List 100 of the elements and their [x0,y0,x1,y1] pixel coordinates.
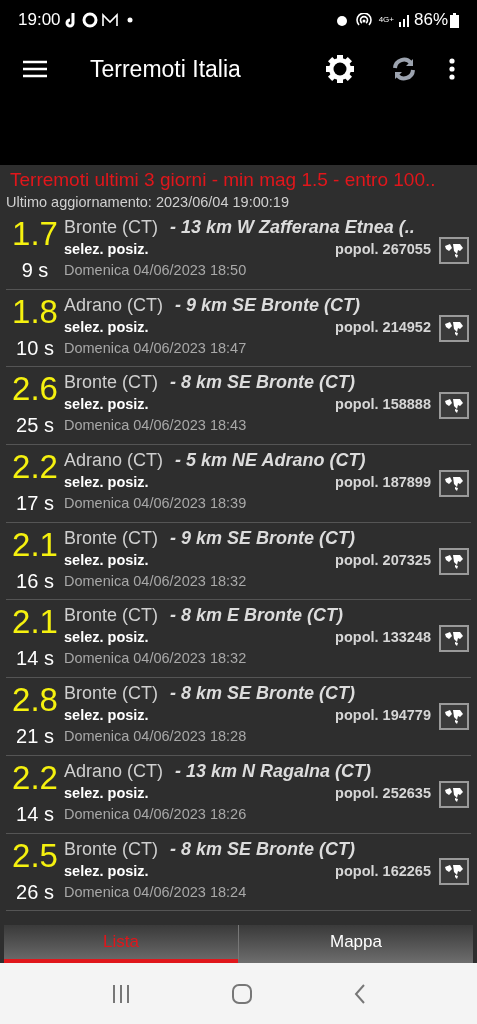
status-time: 19:00 [18,9,61,32]
distance-label: - 13 km N Ragalna (CT) [175,759,372,783]
circle-icon [81,12,98,28]
world-map-icon [443,474,465,492]
select-position-link[interactable]: selez. posiz. [64,394,149,415]
population: popol. 207325 [335,550,431,570]
date-time: Domenica 04/06/2023 18:32 [64,649,248,669]
map-button[interactable] [439,780,469,808]
population: popol. 158888 [335,395,431,415]
date-time: Domenica 04/06/2023 18:43 [64,416,248,436]
magnitude: 2.1 [12,525,58,564]
elapsed-time: 9 s [21,258,49,283]
population: popol. 214952 [335,317,431,337]
distance-label: - 8 km E Bronte (CT) [170,604,344,628]
home-icon [231,982,254,1005]
refresh-icon [391,56,417,82]
world-map-icon [443,397,465,415]
settings-button[interactable] [323,52,357,86]
map-button[interactable] [439,702,469,730]
date-time: Domenica 04/06/2023 18:28 [64,727,248,747]
place-name: Bronte (CT) [64,371,159,395]
select-position-link[interactable]: selez. posiz. [64,549,149,570]
elapsed-time: 10 s [16,335,54,361]
elapsed-time: 14 s [16,801,54,827]
more-button[interactable] [447,57,457,81]
settings-icon [323,52,357,86]
distance-label: - 8 km SE Bronte (CT) [170,371,356,395]
elapsed-time: 25 s [16,413,54,439]
place-name: Bronte (CT) [64,682,159,706]
map-button[interactable] [439,236,469,264]
world-map-icon [443,707,465,725]
elapsed-time: 26 s [16,879,54,905]
update-time: Ultimo aggiornamento: 2023/06/04 19:00:19 [5,193,290,212]
place-name: Adrano (CT) [64,293,164,317]
distance-label: - 9 km SE Bronte (CT) [175,293,361,317]
distance-label: - 8 km SE Bronte (CT) [170,837,356,861]
select-position-link[interactable]: selez. posiz. [64,860,149,881]
refresh-button[interactable] [391,56,417,82]
place-name: Bronte (CT) [64,604,159,628]
world-map-icon [443,863,465,881]
select-position-link[interactable]: selez. posiz. [64,316,149,337]
home-button[interactable] [231,982,254,1005]
map-button[interactable] [439,314,469,342]
menu-button[interactable] [22,58,48,80]
map-button[interactable] [439,392,469,420]
population: popol. 162265 [335,861,431,881]
select-position-link[interactable]: selez. posiz. [64,239,149,259]
place-name: Bronte (CT) [64,216,159,239]
elapsed-time: 14 s [16,646,54,672]
date-time: Domenica 04/06/2023 18:47 [64,338,248,358]
place-name: Adrano (CT) [64,759,164,783]
population: popol. 133248 [335,628,431,648]
back-button[interactable] [353,982,368,1005]
population: popol. 187899 [335,473,431,493]
map-button[interactable] [439,547,469,575]
distance-label: - 9 km SE Bronte (CT) [170,526,356,550]
magnitude: 2.8 [12,681,58,720]
place-name: Bronte (CT) [64,837,159,861]
world-map-icon [443,630,465,648]
world-map-icon [443,552,465,570]
population: popol. 267055 [335,240,431,259]
world-map-icon [443,241,465,259]
population: popol. 194779 [335,706,431,726]
elapsed-time: 21 s [16,724,54,750]
list-title: Terremoti ultimi 3 giorni - min mag 1.5 - entro 100.. [9,168,437,192]
world-map-icon [443,785,465,803]
select-position-link[interactable]: selez. posiz. [64,705,149,726]
distance-label: - 5 km NE Adrano (CT) [175,449,366,473]
map-button[interactable] [439,625,469,653]
elapsed-time: 16 s [16,568,54,594]
date-time: Domenica 04/06/2023 18:26 [64,804,248,824]
date-time: Domenica 04/06/2023 18:32 [64,571,248,591]
magnitude: 1.7 [12,215,58,253]
magnitude: 2.5 [12,836,58,875]
select-position-link[interactable]: selez. posiz. [64,782,149,803]
hotspot-icon [355,13,372,27]
app-title: Terremoti Italia [90,54,241,84]
distance-label: - 8 km SE Bronte (CT) [170,682,356,706]
world-map-icon [443,319,465,337]
mail-icon [100,13,119,27]
magnitude: 2.2 [12,448,58,487]
more-icon [447,57,457,81]
network-label: 4G+ [378,16,394,24]
magnitude: 2.2 [12,758,58,797]
battery-percent: 86% [413,9,448,32]
map-button[interactable] [439,469,469,497]
map-button[interactable] [439,858,469,886]
date-time: Domenica 04/06/2023 18:50 [64,261,248,280]
select-position-link[interactable]: selez. posiz. [64,627,149,648]
place-name: Bronte (CT) [64,526,159,550]
magnitude: 1.8 [12,292,58,331]
magnitude: 2.1 [12,603,58,642]
back-icon [353,982,368,1005]
select-position-link[interactable]: selez. posiz. [64,472,149,493]
distance-label: - 13 km W Zafferana Etnea (.. [170,216,415,239]
place-name: Adrano (CT) [64,449,164,473]
population: popol. 252635 [335,783,431,803]
elapsed-time: 17 s [16,491,54,517]
magnitude: 2.6 [12,370,58,409]
signal-icon [397,13,410,27]
